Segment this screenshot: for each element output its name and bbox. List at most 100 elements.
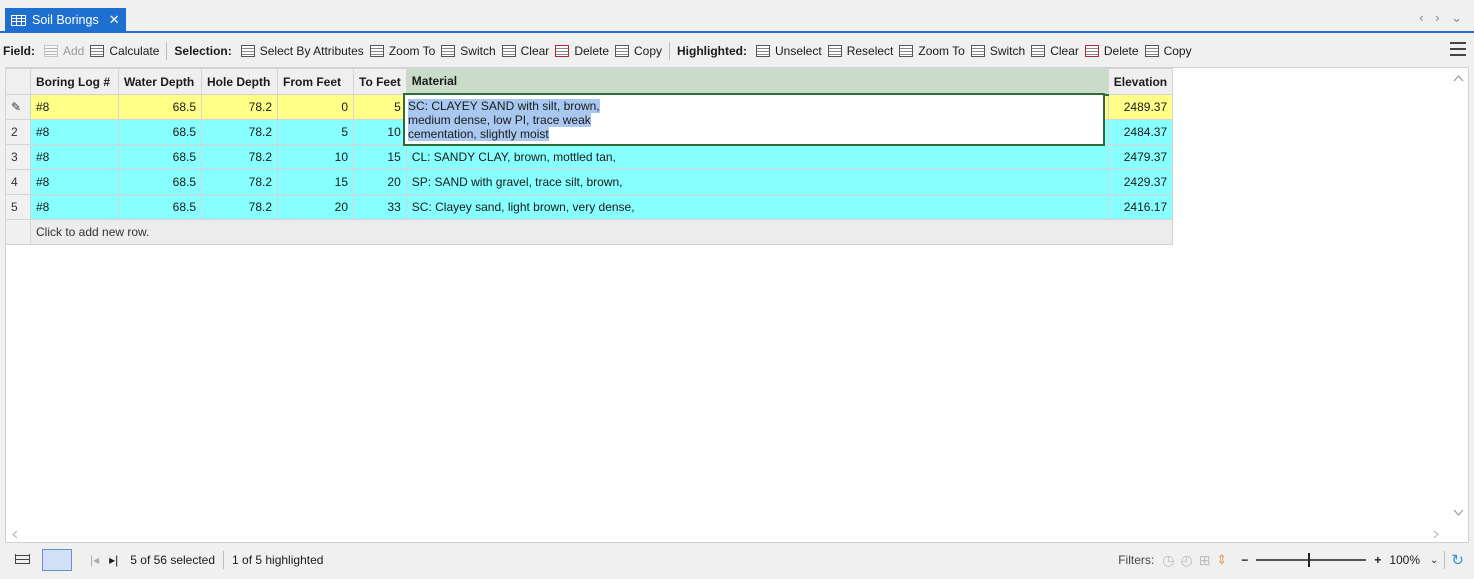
col-header-from-feet[interactable]: From Feet <box>277 68 354 95</box>
cell-hole-depth[interactable]: 78.2 <box>201 94 278 120</box>
delete-selection-button[interactable]: Delete <box>552 39 612 63</box>
switch-icon <box>441 45 456 57</box>
col-header-boring-log[interactable]: Boring Log # <box>30 68 119 95</box>
cell-water-depth[interactable]: 68.5 <box>118 94 202 120</box>
toolbar-separator <box>166 42 168 60</box>
chevron-down-icon[interactable]: ⌄ <box>1430 555 1438 566</box>
cell-boring-log[interactable]: #8 <box>30 169 119 195</box>
tab-nav-arrows[interactable]: ‹ › ⌄ <box>1419 10 1466 26</box>
selected-count: 5 of 56 selected <box>130 553 216 567</box>
zoom-out-button[interactable]: − <box>1241 553 1248 567</box>
cell-elevation[interactable]: 2484.37 <box>1107 119 1174 145</box>
cell-elevation[interactable]: 2479.37 <box>1107 144 1174 170</box>
cell-water-depth[interactable]: 68.5 <box>118 169 202 195</box>
cell-water-depth[interactable]: 68.5 <box>118 194 202 220</box>
horizontal-scrollbar[interactable] <box>6 527 1449 542</box>
zoom-level[interactable]: 100% <box>1389 553 1420 567</box>
cell-elevation[interactable]: 2429.37 <box>1107 169 1174 195</box>
material-cell-editor[interactable]: SC: CLAYEY SAND with silt, brown, medium… <box>403 93 1105 146</box>
copy-icon <box>615 45 629 57</box>
add-new-row-prompt[interactable]: Click to add new row. <box>29 219 1174 245</box>
time-filter-icon[interactable]: ◷ <box>1162 552 1174 569</box>
col-header-hole-depth[interactable]: Hole Depth <box>201 68 278 95</box>
col-header-water-depth[interactable]: Water Depth <box>118 68 202 95</box>
row-number[interactable]: 5 <box>5 194 31 220</box>
cell-to-feet[interactable]: 10 <box>353 119 407 145</box>
zoom-to-selection-button[interactable]: Zoom To <box>367 39 438 63</box>
copy-selection-button[interactable]: Copy <box>612 39 665 63</box>
cell-to-feet[interactable]: 5 <box>353 94 407 120</box>
cell-boring-log[interactable]: #8 <box>30 194 119 220</box>
zoom-slider[interactable] <box>1256 553 1367 567</box>
col-header-to-feet[interactable]: To Feet <box>353 68 407 95</box>
cell-to-feet[interactable]: 20 <box>353 169 407 195</box>
cell-to-feet[interactable]: 33 <box>353 194 407 220</box>
unselect-button[interactable]: Unselect <box>753 39 825 63</box>
cell-hole-depth[interactable]: 78.2 <box>201 194 278 220</box>
cell-water-depth[interactable]: 68.5 <box>118 119 202 145</box>
header-row: Boring Log # Water Depth Hole Depth From… <box>5 68 1174 96</box>
cell-material[interactable]: CL: SANDY CLAY, brown, mottled tan, <box>405 144 1109 170</box>
zoom-in-button[interactable]: + <box>1374 553 1381 567</box>
cell-boring-log[interactable]: #8 <box>30 119 119 145</box>
col-header-material[interactable]: Material <box>405 68 1109 96</box>
tab-soil-borings[interactable]: Soil Borings ✕ <box>5 8 126 32</box>
cell-hole-depth[interactable]: 78.2 <box>201 119 278 145</box>
row-number[interactable]: 2 <box>5 119 31 145</box>
show-selected-records-icon[interactable] <box>42 549 72 571</box>
cell-from-feet[interactable]: 15 <box>277 169 354 195</box>
add-row-header <box>5 219 31 245</box>
table-row[interactable]: 5 #8 68.5 78.2 20 33 SC: Clayey sand, li… <box>5 194 1174 220</box>
cell-from-feet[interactable]: 20 <box>277 194 354 220</box>
definition-query-filter-icon[interactable]: ⊞ <box>1199 552 1211 569</box>
next-record-icon[interactable]: ▸| <box>109 553 118 567</box>
close-icon[interactable]: ✕ <box>109 12 120 28</box>
clear-highlighted-button[interactable]: Clear <box>1028 39 1082 63</box>
cell-hole-depth[interactable]: 78.2 <box>201 144 278 170</box>
cell-to-feet[interactable]: 15 <box>353 144 407 170</box>
cell-from-feet[interactable]: 5 <box>277 119 354 145</box>
cell-from-feet[interactable]: 0 <box>277 94 354 120</box>
vertical-scrollbar[interactable] <box>1449 68 1468 542</box>
cell-boring-log[interactable]: #8 <box>30 94 119 120</box>
sort-order-icon[interactable]: ⇕ <box>1216 552 1227 568</box>
table-row[interactable]: 4 #8 68.5 78.2 15 20 SP: SAND with grave… <box>5 169 1174 195</box>
add-field-button[interactable]: Add <box>41 39 87 63</box>
row-number[interactable]: 3 <box>5 144 31 170</box>
toolbar-separator <box>669 42 671 60</box>
range-filter-icon[interactable]: ◴ <box>1180 552 1192 569</box>
cell-material[interactable]: SC: Clayey sand, light brown, very dense… <box>405 194 1109 220</box>
reselect-icon <box>827 45 842 57</box>
switch-highlighted-button[interactable]: Switch <box>968 39 1028 63</box>
cell-material[interactable]: SP: SAND with gravel, trace silt, brown, <box>405 169 1109 195</box>
zoom-to-highlighted-button[interactable]: Zoom To <box>896 39 967 63</box>
delete-highlighted-button[interactable]: Delete <box>1082 39 1142 63</box>
select-all-corner[interactable] <box>5 68 31 95</box>
cell-hole-depth[interactable]: 78.2 <box>201 169 278 195</box>
copy-highlighted-button[interactable]: Copy <box>1142 39 1195 63</box>
tab-title: Soil Borings <box>32 13 99 27</box>
zoom-slider-thumb[interactable] <box>1308 553 1311 567</box>
cell-elevation[interactable]: 2416.17 <box>1107 194 1174 220</box>
row-number[interactable]: 4 <box>5 169 31 195</box>
pencil-icon[interactable]: ✎ <box>5 94 31 120</box>
reselect-button[interactable]: Reselect <box>825 39 897 63</box>
select-by-attributes-button[interactable]: Select By Attributes <box>238 39 367 63</box>
switch-icon <box>970 45 985 57</box>
col-header-elevation[interactable]: Elevation <box>1107 68 1174 95</box>
cell-boring-log[interactable]: #8 <box>30 144 119 170</box>
editor-line: medium dense, low PI, trace weak <box>408 113 591 127</box>
switch-selection-button[interactable]: Switch <box>438 39 498 63</box>
cell-from-feet[interactable]: 10 <box>277 144 354 170</box>
cell-elevation[interactable]: 2489.37 <box>1107 94 1174 120</box>
hamburger-menu-icon[interactable] <box>1450 42 1466 56</box>
clear-selection-button[interactable]: Clear <box>499 39 553 63</box>
calculate-button[interactable]: Calculate <box>87 39 162 63</box>
table-row[interactable]: 3 #8 68.5 78.2 10 15 CL: SANDY CLAY, bro… <box>5 144 1174 170</box>
first-record-icon[interactable]: |◂ <box>90 553 99 567</box>
cell-water-depth[interactable]: 68.5 <box>118 144 202 170</box>
refresh-icon[interactable]: ↻ <box>1451 551 1464 569</box>
add-row[interactable]: Click to add new row. <box>5 219 1174 245</box>
delete-icon <box>1084 45 1099 57</box>
show-all-records-icon[interactable] <box>12 549 34 571</box>
